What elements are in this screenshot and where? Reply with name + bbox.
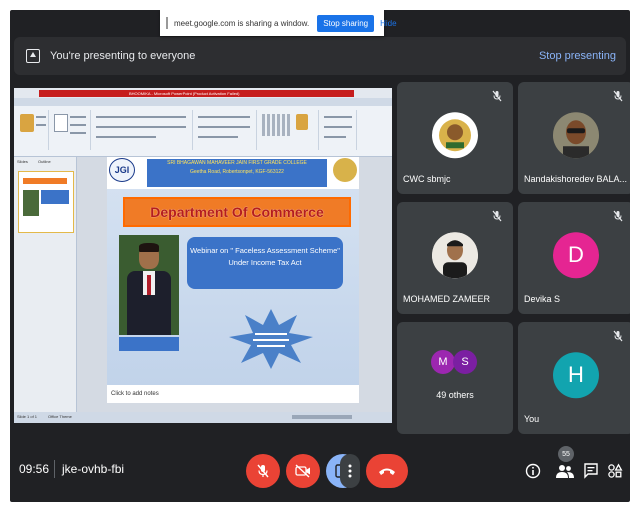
college-emblem-avatar — [432, 112, 478, 159]
participant-initial-avatar: D — [553, 232, 599, 279]
sharing-notification-bar: meet.google.com is sharing a window. Sto… — [160, 10, 397, 36]
speaker-photo — [119, 235, 179, 335]
participant-name: You — [524, 414, 540, 424]
meet-window: meet.google.com is sharing a window. Sto… — [10, 10, 630, 502]
presenting-status-text: You're presenting to everyone — [50, 50, 196, 62]
ribbon-group-font — [92, 110, 193, 150]
participant-tile[interactable]: D Devika S — [518, 202, 630, 314]
people-button[interactable] — [554, 460, 576, 482]
college-name: SRI BHAGAWAN MAHAVEER JAIN FIRST GRADE C… — [167, 160, 307, 166]
participant-name: MOHAMED ZAMEER — [403, 294, 491, 304]
participant-name: Devika S — [524, 294, 561, 304]
department-title: Department Of Commerce — [123, 197, 351, 227]
stop-presenting-button[interactable]: Stop presenting — [539, 50, 616, 62]
powerpoint-window-title: BHOOMIKA - Microsoft PowerPoint (Product… — [129, 91, 240, 96]
other-participant-avatar: S — [453, 350, 477, 374]
powerpoint-status-bar: Slide 1 of 1 Office Theme — [14, 412, 392, 423]
zoom-slider[interactable] — [292, 415, 352, 419]
pane-tab-slides: Slides — [17, 159, 28, 164]
pane-tab-outline: Outline — [38, 159, 51, 164]
chat-button[interactable] — [580, 460, 602, 482]
ribbon-tabs: HomeInsertDesignTransitionsAnimationsSli… — [14, 98, 392, 112]
phone-hangup-icon — [379, 468, 395, 475]
jgi-logo: JGI — [109, 158, 135, 182]
date-starburst — [229, 309, 313, 369]
meeting-code: jke-ovhb-fbi — [62, 462, 125, 476]
mic-toggle-button[interactable] — [246, 454, 280, 488]
mic-off-icon — [613, 90, 623, 102]
speaker-name-box — [119, 337, 179, 351]
ribbon-group-editing — [320, 110, 357, 150]
others-tile[interactable]: M S 49 others — [397, 322, 513, 434]
leave-call-button[interactable] — [366, 454, 408, 488]
self-tile[interactable]: H You — [518, 322, 630, 434]
webinar-subtitle: Under Income Tax Act — [228, 258, 302, 267]
activities-icon — [608, 463, 623, 478]
camera-off-icon — [295, 464, 310, 478]
self-initial-avatar: H — [553, 352, 599, 399]
more-vert-icon — [348, 464, 352, 478]
hide-button[interactable]: Hide — [380, 19, 396, 28]
college-address: Geetha Road, Robertsonpet, KGF-563122 — [190, 169, 284, 175]
participant-tile[interactable]: CWC sbmjc — [397, 82, 513, 194]
slide-header: JGI SRI BHAGAWAN MAHAVEER JAIN FIRST GRA… — [107, 157, 359, 189]
participant-photo-avatar — [432, 232, 478, 279]
webinar-title-box: Webinar on " Faceless Assessment Scheme"… — [187, 237, 343, 289]
activities-button[interactable] — [604, 460, 626, 482]
ribbon-group-paragraph — [194, 110, 257, 150]
theme-name: Office Theme — [48, 414, 72, 419]
mic-off-icon — [613, 330, 623, 342]
college-crest-icon — [333, 158, 357, 182]
slide: JGI SRI BHAGAWAN MAHAVEER JAIN FIRST GRA… — [107, 157, 359, 385]
divider — [54, 460, 55, 478]
mic-off-icon — [492, 210, 502, 222]
mic-off-icon — [492, 90, 502, 102]
control-bar: 09:56 jke-ovhb-fbi 55 — [10, 442, 630, 502]
meeting-time: 09:56 — [19, 462, 50, 476]
participant-name: CWC sbmjc — [403, 174, 451, 184]
meeting-details-button[interactable] — [522, 460, 544, 482]
camera-toggle-button[interactable] — [286, 454, 320, 488]
notes-pane[interactable]: Click to add notes — [107, 385, 359, 403]
mic-off-icon — [257, 464, 269, 478]
slide-counter: Slide 1 of 1 — [17, 414, 38, 419]
others-count: 49 others — [436, 390, 474, 400]
participant-photo-avatar — [553, 112, 599, 159]
powerpoint-ribbon — [14, 106, 392, 157]
chat-icon — [584, 463, 598, 479]
people-icon — [556, 465, 574, 478]
drag-handle-icon[interactable] — [166, 17, 168, 29]
slide-thumbnail — [18, 171, 74, 233]
mic-off-icon — [613, 210, 623, 222]
ribbon-group-drawing — [258, 110, 319, 150]
participant-name: Nandakishoredev BALA... — [524, 174, 628, 184]
powerpoint-title-bar: BHOOMIKA - Microsoft PowerPoint (Product… — [14, 88, 392, 98]
ribbon-group-clipboard — [14, 110, 49, 150]
stop-sharing-button[interactable]: Stop sharing — [317, 14, 375, 32]
present-screen-icon — [26, 49, 40, 63]
slide-canvas-area: JGI SRI BHAGAWAN MAHAVEER JAIN FIRST GRA… — [77, 157, 392, 412]
participant-tile[interactable]: Nandakishoredev BALA... — [518, 82, 630, 194]
info-icon — [525, 463, 541, 479]
participant-tile[interactable]: MOHAMED ZAMEER — [397, 202, 513, 314]
sharing-message: meet.google.com is sharing a window. — [174, 18, 310, 28]
presenting-banner: You're presenting to everyone Stop prese… — [14, 37, 626, 75]
slides-pane: Slides Outline — [14, 157, 77, 412]
shared-screen: BHOOMIKA - Microsoft PowerPoint (Product… — [14, 88, 392, 423]
college-name-banner: SRI BHAGAWAN MAHAVEER JAIN FIRST GRADE C… — [147, 159, 327, 187]
ribbon-group-slides — [50, 110, 91, 150]
webinar-title: Webinar on " Faceless Assessment Scheme" — [190, 246, 340, 255]
other-participant-avatar: M — [431, 350, 455, 374]
more-options-button[interactable] — [340, 454, 360, 488]
